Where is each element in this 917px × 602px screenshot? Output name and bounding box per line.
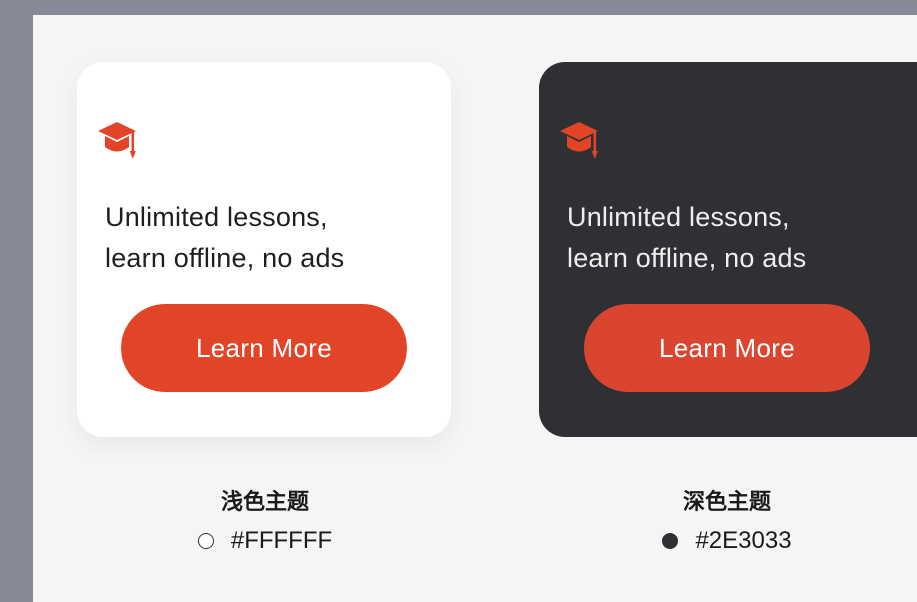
- dark-theme-label: 深色主题 #2E3033: [617, 485, 837, 559]
- dark-theme-card: Unlimited lessons, learn offline, no ads…: [539, 62, 917, 437]
- hollow-circle-icon: [197, 533, 214, 549]
- card-message-line-2: learn offline, no ads: [567, 243, 807, 273]
- theme-name: 深色主题: [682, 490, 771, 515]
- theme-swatch-row: #2E3033: [617, 523, 837, 559]
- card-message-line-1: Unlimited lessons,: [105, 202, 328, 232]
- theme-name: 浅色主题: [220, 490, 309, 515]
- graduation-cap-icon: [98, 122, 136, 159]
- theme-swatch-row: #FFFFFF: [155, 523, 375, 559]
- learn-more-button[interactable]: Learn More: [584, 304, 870, 392]
- theme-hex: #2E3033: [695, 527, 792, 554]
- light-theme-label: 浅色主题 #FFFFFF: [155, 485, 375, 559]
- light-theme-card: Unlimited lessons, learn offline, no ads…: [77, 62, 451, 437]
- card-message-line-2: learn offline, no ads: [105, 243, 345, 273]
- card-message-line-1: Unlimited lessons,: [567, 202, 790, 232]
- graduation-cap-icon: [560, 122, 598, 159]
- learn-more-button[interactable]: Learn More: [121, 304, 407, 392]
- card-message: Unlimited lessons, learn offline, no ads: [567, 197, 887, 279]
- card-message: Unlimited lessons, learn offline, no ads: [105, 197, 425, 279]
- filled-circle-icon: [662, 533, 679, 549]
- theme-hex: #FFFFFF: [230, 527, 333, 554]
